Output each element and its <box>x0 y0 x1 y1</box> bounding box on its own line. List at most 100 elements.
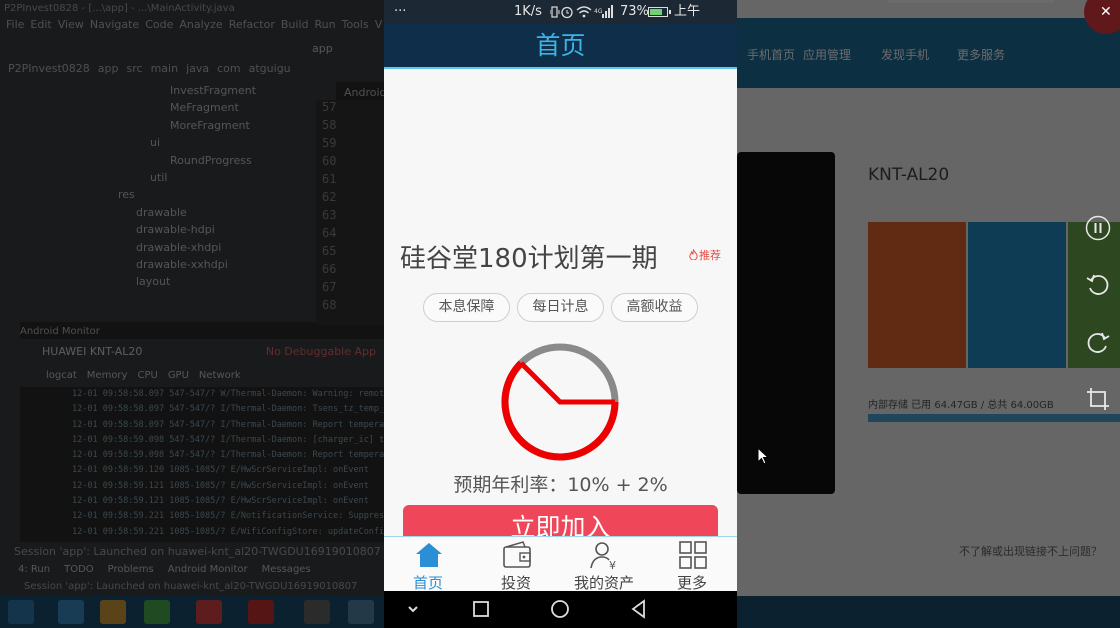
log-line: 12-01 09:58:59.098 547-547/? I/Thermal-D… <box>72 450 384 461</box>
ide-menu-vcs[interactable]: V <box>375 18 383 31</box>
line-number: 57 <box>322 100 337 114</box>
tab-invest[interactable]: 投资 <box>472 537 560 592</box>
feature-tile[interactable] <box>968 222 1066 368</box>
ide-menu-analyze[interactable]: Analyze <box>179 18 222 31</box>
taskbar-app-icon[interactable] <box>304 600 330 624</box>
log-line: 12-01 09:58:59.098 547-547/? I/Thermal-D… <box>72 434 384 445</box>
storage-text: 内部存储 已用 64.47GB / 总共 64.00GB <box>868 400 1054 411</box>
ide-run-config[interactable]: app <box>312 42 333 55</box>
tree-item[interactable]: util <box>20 169 336 186</box>
svg-text:¥: ¥ <box>609 559 616 570</box>
tab-home[interactable]: 首页 <box>384 537 472 592</box>
storage-bar <box>868 414 1120 422</box>
tree-item[interactable]: MoreFragment <box>20 117 336 134</box>
crumb-src[interactable]: src <box>127 62 143 75</box>
bottom-tab-run[interactable]: 4: Run <box>18 564 50 575</box>
page-title: 首页 <box>384 24 737 69</box>
assistant-nav-2[interactable]: 发现手机 <box>881 46 929 63</box>
feature-chip-guarantee: 本息保障 <box>423 293 510 322</box>
line-number: 59 <box>322 136 337 150</box>
log-line: 12-01 09:58:58.097 547-547/? I/Thermal-D… <box>72 419 384 430</box>
ide-menu-file[interactable]: File <box>6 18 24 31</box>
tree-item[interactable]: res <box>20 186 336 203</box>
rotate-right-icon[interactable] <box>1085 330 1111 356</box>
tree-item[interactable]: ui <box>20 134 336 151</box>
line-number: 58 <box>322 118 337 132</box>
crumb-project[interactable]: P2PInvest0828 <box>8 62 90 75</box>
assistant-nav-3[interactable]: 更多服务 <box>957 46 1005 63</box>
taskbar-app-icon[interactable] <box>196 600 222 624</box>
tab-more[interactable]: 更多 <box>648 537 736 592</box>
ide-title-bar: P2PInvest0828 - [...\app] - ...\MainActi… <box>0 0 384 18</box>
start-icon[interactable] <box>8 600 34 624</box>
assistant-nav-0[interactable]: 手机首页 <box>747 46 795 63</box>
back-icon[interactable] <box>627 597 651 621</box>
feature-chip-daily-interest: 每日计息 <box>517 293 604 322</box>
monitor-tab-network[interactable]: Network <box>199 370 241 381</box>
home-icon <box>416 543 442 567</box>
taskbar-app-icon[interactable] <box>348 600 374 624</box>
tree-item[interactable]: layout <box>20 273 336 290</box>
rotate-left-icon[interactable] <box>1085 272 1111 298</box>
close-icon[interactable]: ✕ <box>1100 4 1112 20</box>
grid-icon <box>679 541 707 569</box>
ide-menubar: File Edit View Navigate Code Analyze Refactor B… <box>0 18 384 36</box>
bottom-tab-todo[interactable]: TODO <box>64 564 94 575</box>
monitor-tab-logcat[interactable]: logcat <box>46 370 77 381</box>
tree-item[interactable]: drawable <box>20 204 336 221</box>
tree-item[interactable]: RoundProgress <box>20 152 336 169</box>
assistant-nav-bar: 手机首页 应用管理 发现手机 更多服务 <box>737 18 1120 88</box>
assistant-nav-1[interactable]: 应用管理 <box>803 46 851 63</box>
ide-menu-code[interactable]: Code <box>145 18 173 31</box>
bottom-tab-problems[interactable]: Problems <box>108 564 154 575</box>
bottom-tab-messages[interactable]: Messages <box>262 564 311 575</box>
battery-level <box>650 9 662 15</box>
window-edge <box>888 0 1054 3</box>
recent-apps-icon[interactable] <box>469 597 493 621</box>
taskbar-app-icon[interactable] <box>58 600 84 624</box>
mouse-cursor-icon <box>757 447 769 465</box>
feature-tile[interactable] <box>868 222 966 368</box>
tree-item[interactable]: MeFragment <box>20 99 336 116</box>
ide-menu-tools[interactable]: Tools <box>342 18 369 31</box>
ide-menu-refactor[interactable]: Refactor <box>229 18 275 31</box>
line-number: 68 <box>322 298 337 312</box>
monitor-tab-gpu[interactable]: GPU <box>168 370 189 381</box>
tab-my-assets[interactable]: ¥ 我的资产 <box>560 537 648 592</box>
ide-menu-edit[interactable]: Edit <box>30 18 51 31</box>
crumb-atguigu[interactable]: atguigu <box>249 62 291 75</box>
svg-text:4G: 4G <box>594 8 603 15</box>
taskbar-app-icon[interactable] <box>144 600 170 624</box>
ide-menu-view[interactable]: View <box>58 18 84 31</box>
crumb-app[interactable]: app <box>98 62 119 75</box>
tree-item[interactable]: drawable-hdpi <box>20 221 336 238</box>
ide-menu-navigate[interactable]: Navigate <box>90 18 139 31</box>
feature-chip-high-yield: 高额收益 <box>611 293 698 322</box>
crop-icon[interactable] <box>1085 386 1111 412</box>
crumb-com[interactable]: com <box>217 62 241 75</box>
taskbar-app-icon[interactable] <box>248 600 274 624</box>
chevron-down-icon[interactable] <box>401 597 425 621</box>
phone-assistant-window: 手机首页 应用管理 发现手机 更多服务 KNT-AL20 内部存储 已用 64.… <box>737 0 1120 596</box>
device-screen-preview <box>737 152 835 494</box>
crumb-java[interactable]: java <box>186 62 209 75</box>
taskbar-app-icon[interactable] <box>100 600 126 624</box>
ide-menu-run[interactable]: Run <box>315 18 336 31</box>
ide-toolbar: app <box>0 36 384 63</box>
home-circle-icon[interactable] <box>548 597 572 621</box>
monitor-tab-cpu[interactable]: CPU <box>137 370 157 381</box>
ide-menu-build[interactable]: Build <box>281 18 309 31</box>
tree-item[interactable]: drawable-xxhdpi <box>20 256 336 273</box>
tree-item[interactable]: InvestFragment <box>20 82 336 99</box>
line-number: 61 <box>322 172 337 186</box>
device-selector[interactable]: HUAWEI KNT-AL20 No Debuggable App <box>20 339 384 365</box>
tree-item[interactable]: drawable-xhdpi <box>20 239 336 256</box>
recommend-label: 推荐 <box>699 249 721 262</box>
bottom-tab-android-monitor[interactable]: Android Monitor <box>168 564 248 575</box>
monitor-tab-memory[interactable]: Memory <box>87 370 128 381</box>
editor-tab[interactable]: Android <box>344 86 387 99</box>
crumb-main[interactable]: main <box>151 62 178 75</box>
pause-icon[interactable] <box>1085 215 1111 241</box>
progress-arc <box>501 360 619 461</box>
connection-help-link[interactable]: 不了解或出现链接不上问题？ <box>959 543 1102 559</box>
